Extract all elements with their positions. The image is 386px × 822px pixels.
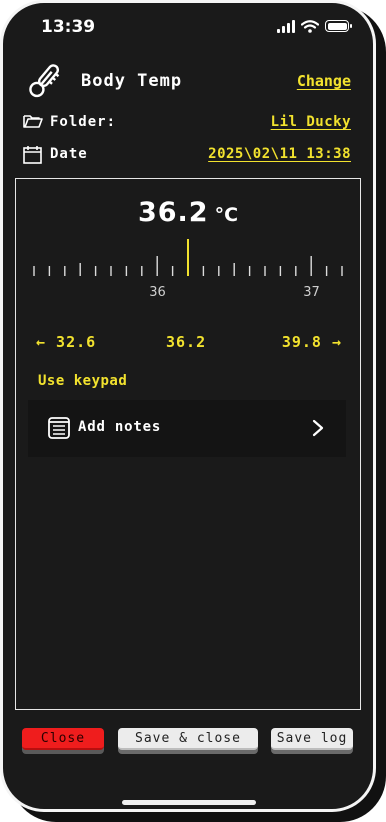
status-bar: 13:39 (3, 15, 373, 39)
range-low-button[interactable]: ← 32.6 (36, 333, 96, 351)
folder-icon (23, 115, 43, 128)
page-title: Body Temp (81, 71, 183, 91)
signal-icon (277, 19, 295, 33)
ruler-tick-label-37: 37 (303, 285, 320, 300)
date-value-link[interactable]: 2025\02\11 13:38 (208, 146, 351, 162)
status-icons (277, 19, 352, 33)
temperature-value: 36.2 (137, 197, 209, 228)
chevron-right-icon (312, 419, 324, 437)
ruler-tick-label-36: 36 (149, 285, 166, 300)
thermometer-icon (29, 64, 60, 98)
range-current-value: 36.2 (166, 333, 207, 351)
add-notes-label: Add notes (78, 419, 162, 435)
save-log-button[interactable]: Save log (271, 728, 353, 750)
folder-row: Folder: Lil Ducky (23, 111, 351, 135)
wifi-icon (301, 19, 319, 33)
close-button[interactable]: Close (22, 728, 104, 750)
calendar-icon (23, 146, 42, 164)
folder-label: Folder: (50, 114, 117, 130)
battery-icon (325, 20, 352, 32)
notes-icon (48, 417, 70, 439)
date-label: Date (50, 146, 88, 162)
add-notes-row[interactable]: Add notes (28, 400, 346, 457)
temperature-ruler[interactable] (30, 239, 346, 309)
range-high-button[interactable]: 39.8 → (282, 333, 342, 351)
temperature-panel: 36.2 °C 36 37 ← 32.6 36.2 39.8 → Use keyp… (15, 178, 361, 710)
home-indicator[interactable] (122, 800, 256, 805)
temperature-unit: °C (214, 204, 239, 226)
phone-screen: 13:39 Body Temp Change Folder: Lil Ducky… (0, 0, 376, 812)
header: Body Temp Change (23, 61, 353, 101)
date-row: Date 2025\02\11 13:38 (23, 143, 351, 167)
folder-value-link[interactable]: Lil Ducky (271, 114, 351, 130)
change-link[interactable]: Change (297, 72, 351, 90)
temperature-readout: 36.2 °C (16, 197, 360, 228)
use-keypad-link[interactable]: Use keypad (38, 373, 127, 389)
status-time: 13:39 (41, 17, 96, 37)
save-and-close-button[interactable]: Save & close (118, 728, 258, 750)
